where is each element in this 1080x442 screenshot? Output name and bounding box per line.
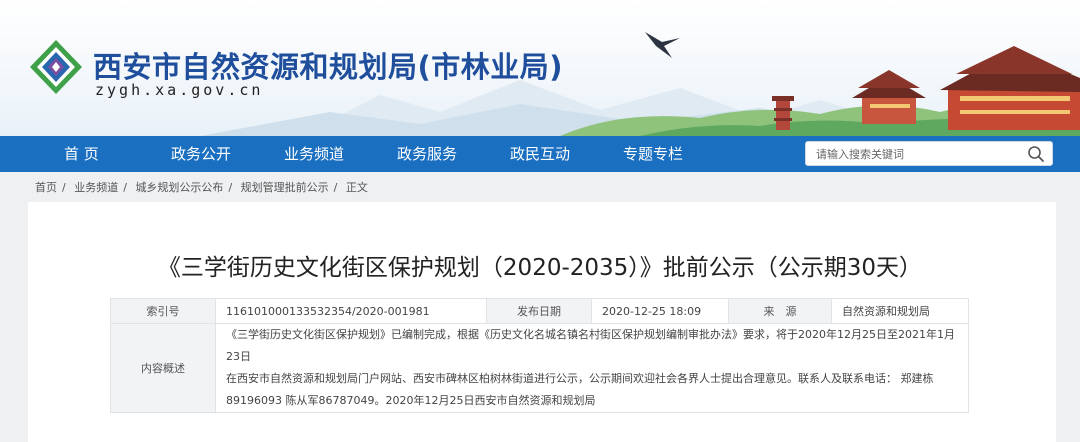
- summary-line: 《三学街历史文化街区保护规划》已编制完成，根据《历史文化名城名镇名村街区保护规划…: [226, 328, 955, 363]
- breadcrumb-separator: /: [228, 181, 233, 194]
- summary-label: 内容概述: [110, 323, 216, 413]
- article-meta-table: 索引号 11610100013353235​4/2020-001981 发布日期…: [110, 298, 969, 413]
- site-logo[interactable]: [28, 38, 84, 96]
- breadcrumb-separator: /: [62, 181, 66, 194]
- summary-text: 《三学街历史文化街区保护规划》已编制完成，根据《历史文化名城名镇名村街区保护规划…: [215, 323, 969, 413]
- breadcrumb: 首页 / 业务频道 / 城乡规划公示公布 / 规划管理批前公示 / 正文: [35, 179, 373, 195]
- emblem-icon: [30, 40, 82, 94]
- breadcrumb-business[interactable]: 业务频道: [74, 181, 118, 194]
- breadcrumb-separator: /: [123, 181, 127, 194]
- search-icon[interactable]: [1027, 145, 1045, 163]
- nav-item-interaction[interactable]: 政民互动: [510, 136, 570, 172]
- breadcrumb-separator: /: [333, 181, 338, 194]
- nav-item-home[interactable]: 首 页: [64, 136, 99, 172]
- breadcrumb-planning-notice[interactable]: 城乡规划公示公布: [135, 181, 223, 194]
- breadcrumb-home[interactable]: 首页: [35, 181, 57, 194]
- source-label: 来 源: [728, 298, 832, 324]
- article-title: 《三学街历史文化街区保护规划（2020-2035）》批前公示（公示期30天）: [157, 255, 923, 281]
- index-value: 11610100013353235​4/2020-001981: [215, 298, 487, 324]
- summary-line: 89196093 陈从军86787049。2020年12月25日西安市自然资源和…: [226, 394, 596, 407]
- site-domain: zygh.xa.gov.cn: [95, 81, 264, 99]
- nav-item-business[interactable]: 业务频道: [284, 136, 344, 172]
- summary-line: 在西安市自然资源和规划局门户网站、西安市碑林区柏树林街道进行公示，公示期间欢迎社…: [226, 372, 934, 385]
- search-input[interactable]: [814, 144, 1018, 165]
- date-label: 发布日期: [486, 298, 592, 324]
- table-row: 内容概述 《三学街历史文化街区保护规划》已编制完成，根据《历史文化名城名镇名村街…: [110, 323, 969, 413]
- site-title: 西安市自然资源和规划局(市林业局): [93, 50, 564, 84]
- nav-item-services[interactable]: 政务服务: [397, 136, 457, 172]
- date-value: 2020-12-25 18:09: [591, 298, 729, 324]
- nav-item-special-topics[interactable]: 专题专栏: [623, 136, 683, 172]
- index-label: 索引号: [110, 298, 216, 324]
- nav-item-public-affairs[interactable]: 政务公开: [171, 136, 231, 172]
- source-value: 自然资源和规划局: [831, 298, 969, 324]
- search-box: [805, 141, 1053, 166]
- breadcrumb-pre-approval[interactable]: 规划管理批前公示: [241, 181, 329, 194]
- header-banner: 西安市自然资源和规划局(市林业局) zygh.xa.gov.cn: [0, 0, 1080, 136]
- table-row: 索引号 11610100013353235​4/2020-001981 发布日期…: [110, 298, 969, 324]
- breadcrumb-current: 正文: [345, 181, 368, 194]
